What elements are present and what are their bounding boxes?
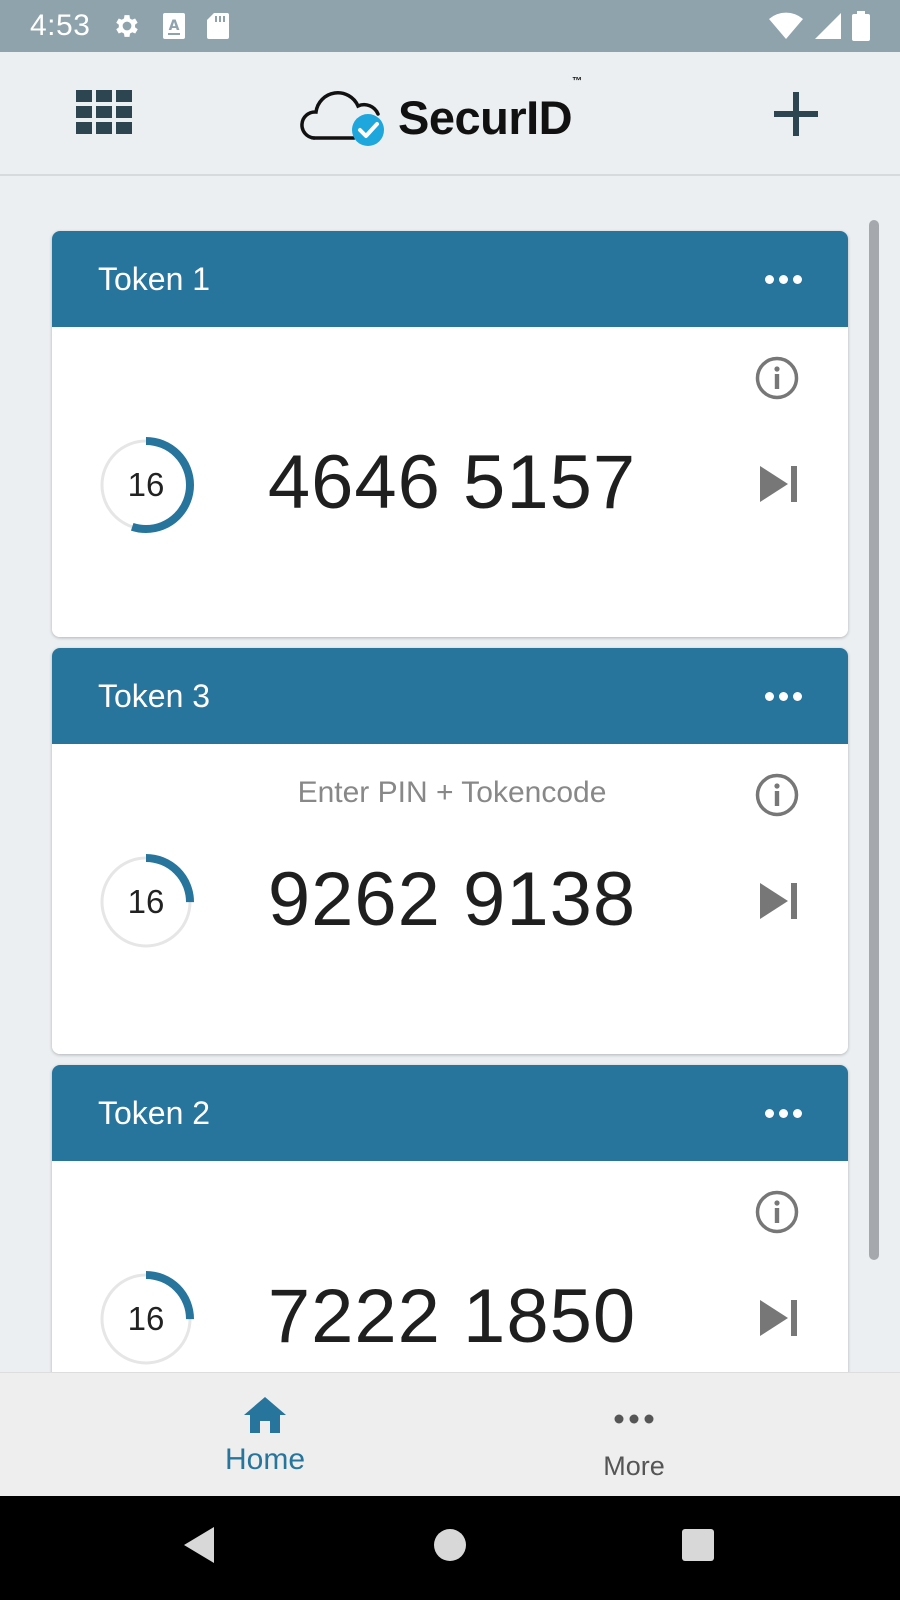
info-icon[interactable] xyxy=(754,1189,800,1235)
token-card: Token 2 16 7222 1850 xyxy=(52,1065,848,1372)
token-menu-button[interactable] xyxy=(765,682,802,711)
signal-icon xyxy=(815,13,841,39)
bottom-nav: Home More xyxy=(0,1372,900,1496)
next-tokencode-icon[interactable] xyxy=(756,461,802,507)
countdown-seconds: 16 xyxy=(127,1300,165,1337)
token-card-header: Token 1 xyxy=(52,231,848,327)
status-time: 4:53 xyxy=(30,9,91,42)
token-hint: Enter PIN + Tokencode xyxy=(297,776,607,809)
sd-card-icon xyxy=(207,13,230,39)
font-icon: A xyxy=(163,13,186,39)
home-icon xyxy=(244,1397,286,1433)
token-card: Token 1 16 4646 5157 xyxy=(52,231,848,637)
token-title: Token 3 xyxy=(98,677,211,714)
grid-menu-button[interactable] xyxy=(76,90,134,136)
token-menu-button[interactable] xyxy=(765,265,802,294)
token-card-header: Token 3 xyxy=(52,648,848,744)
svg-text:A: A xyxy=(169,18,180,34)
token-menu-button[interactable] xyxy=(765,1099,802,1128)
logo-text: SecurID™ xyxy=(398,75,582,144)
token-list[interactable]: Token 1 16 4646 5157 Token 3 Enter PIN +… xyxy=(0,178,900,1372)
more-icon xyxy=(614,1414,654,1424)
more-dots-icon xyxy=(765,1108,774,1118)
token-card: Token 3 Enter PIN + Tokencode 16 9262 91… xyxy=(52,648,848,1054)
back-icon[interactable] xyxy=(180,1524,218,1566)
countdown-seconds: 16 xyxy=(127,466,165,503)
nav-more[interactable]: More xyxy=(534,1373,734,1497)
token-card-body: Enter PIN + Tokencode 16 9262 9138 xyxy=(52,744,848,1054)
tokencode: 4646 5157 xyxy=(267,440,637,525)
info-icon[interactable] xyxy=(754,772,800,818)
logo-trademark: ™ xyxy=(572,75,582,87)
countdown-timer: 16 xyxy=(96,852,196,952)
grid-icon xyxy=(76,90,132,134)
countdown-timer: 16 xyxy=(96,435,196,535)
next-tokencode-icon[interactable] xyxy=(756,878,802,924)
securid-logo: SecurID™ xyxy=(298,75,582,152)
nav-home-label: Home xyxy=(224,1443,306,1476)
app-header: SecurID™ xyxy=(0,52,900,176)
countdown-seconds: 16 xyxy=(127,883,165,920)
plus-icon xyxy=(774,92,818,136)
system-nav-bar xyxy=(0,1496,900,1600)
info-icon[interactable] xyxy=(754,355,800,401)
cloud-check-icon xyxy=(300,91,384,146)
recents-icon[interactable] xyxy=(680,1524,716,1566)
home-circle-icon[interactable] xyxy=(432,1524,468,1566)
scrollbar[interactable] xyxy=(869,220,879,1260)
more-dots-icon xyxy=(765,274,774,284)
tokencode: 7222 1850 xyxy=(267,1274,637,1359)
add-token-button[interactable] xyxy=(770,88,822,140)
gear-icon xyxy=(116,15,139,37)
nav-more-label: More xyxy=(603,1451,665,1481)
more-dots-icon xyxy=(765,691,774,701)
wifi-icon xyxy=(769,12,803,39)
token-card-body: 16 4646 5157 xyxy=(52,327,848,637)
token-card-header: Token 2 xyxy=(52,1065,848,1161)
battery-icon xyxy=(852,11,870,41)
token-title: Token 2 xyxy=(98,1094,211,1131)
token-card-body: 16 7222 1850 xyxy=(52,1161,848,1372)
token-title: Token 1 xyxy=(98,260,211,297)
next-tokencode-icon[interactable] xyxy=(756,1295,802,1341)
status-bar: 4:53 A xyxy=(0,0,900,52)
tokencode: 9262 9138 xyxy=(267,857,637,942)
countdown-timer: 16 xyxy=(96,1269,196,1369)
nav-home[interactable]: Home xyxy=(165,1373,365,1497)
